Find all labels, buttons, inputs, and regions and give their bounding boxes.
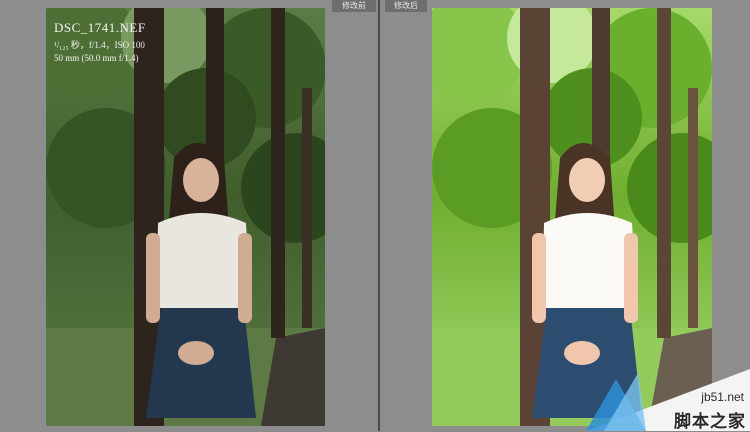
before-label: 修改前: [332, 0, 376, 12]
site-watermark: jb51.net 脚本之家: [586, 369, 750, 432]
photo-filename: DSC_1741.NEF: [54, 20, 146, 35]
before-photo[interactable]: DSC_1741.NEF ¹/₁₂₅ 秒，f/1.4，ISO 100 50 mm…: [46, 8, 325, 426]
before-photo-image: [46, 8, 325, 426]
photo-info-overlay: DSC_1741.NEF ¹/₁₂₅ 秒，f/1.4，ISO 100 50 mm…: [54, 20, 146, 63]
photo-lens: 50 mm (50.0 mm f/1.4): [54, 53, 139, 63]
after-photo-image: [432, 8, 712, 426]
after-label: 修改后: [385, 0, 427, 12]
after-photo[interactable]: [432, 8, 712, 426]
photo-exposure: ¹/₁₂₅ 秒，f/1.4，ISO 100: [54, 40, 145, 50]
watermark-url: jb51.net: [701, 390, 744, 404]
watermark-name: 脚本之家: [674, 412, 746, 432]
